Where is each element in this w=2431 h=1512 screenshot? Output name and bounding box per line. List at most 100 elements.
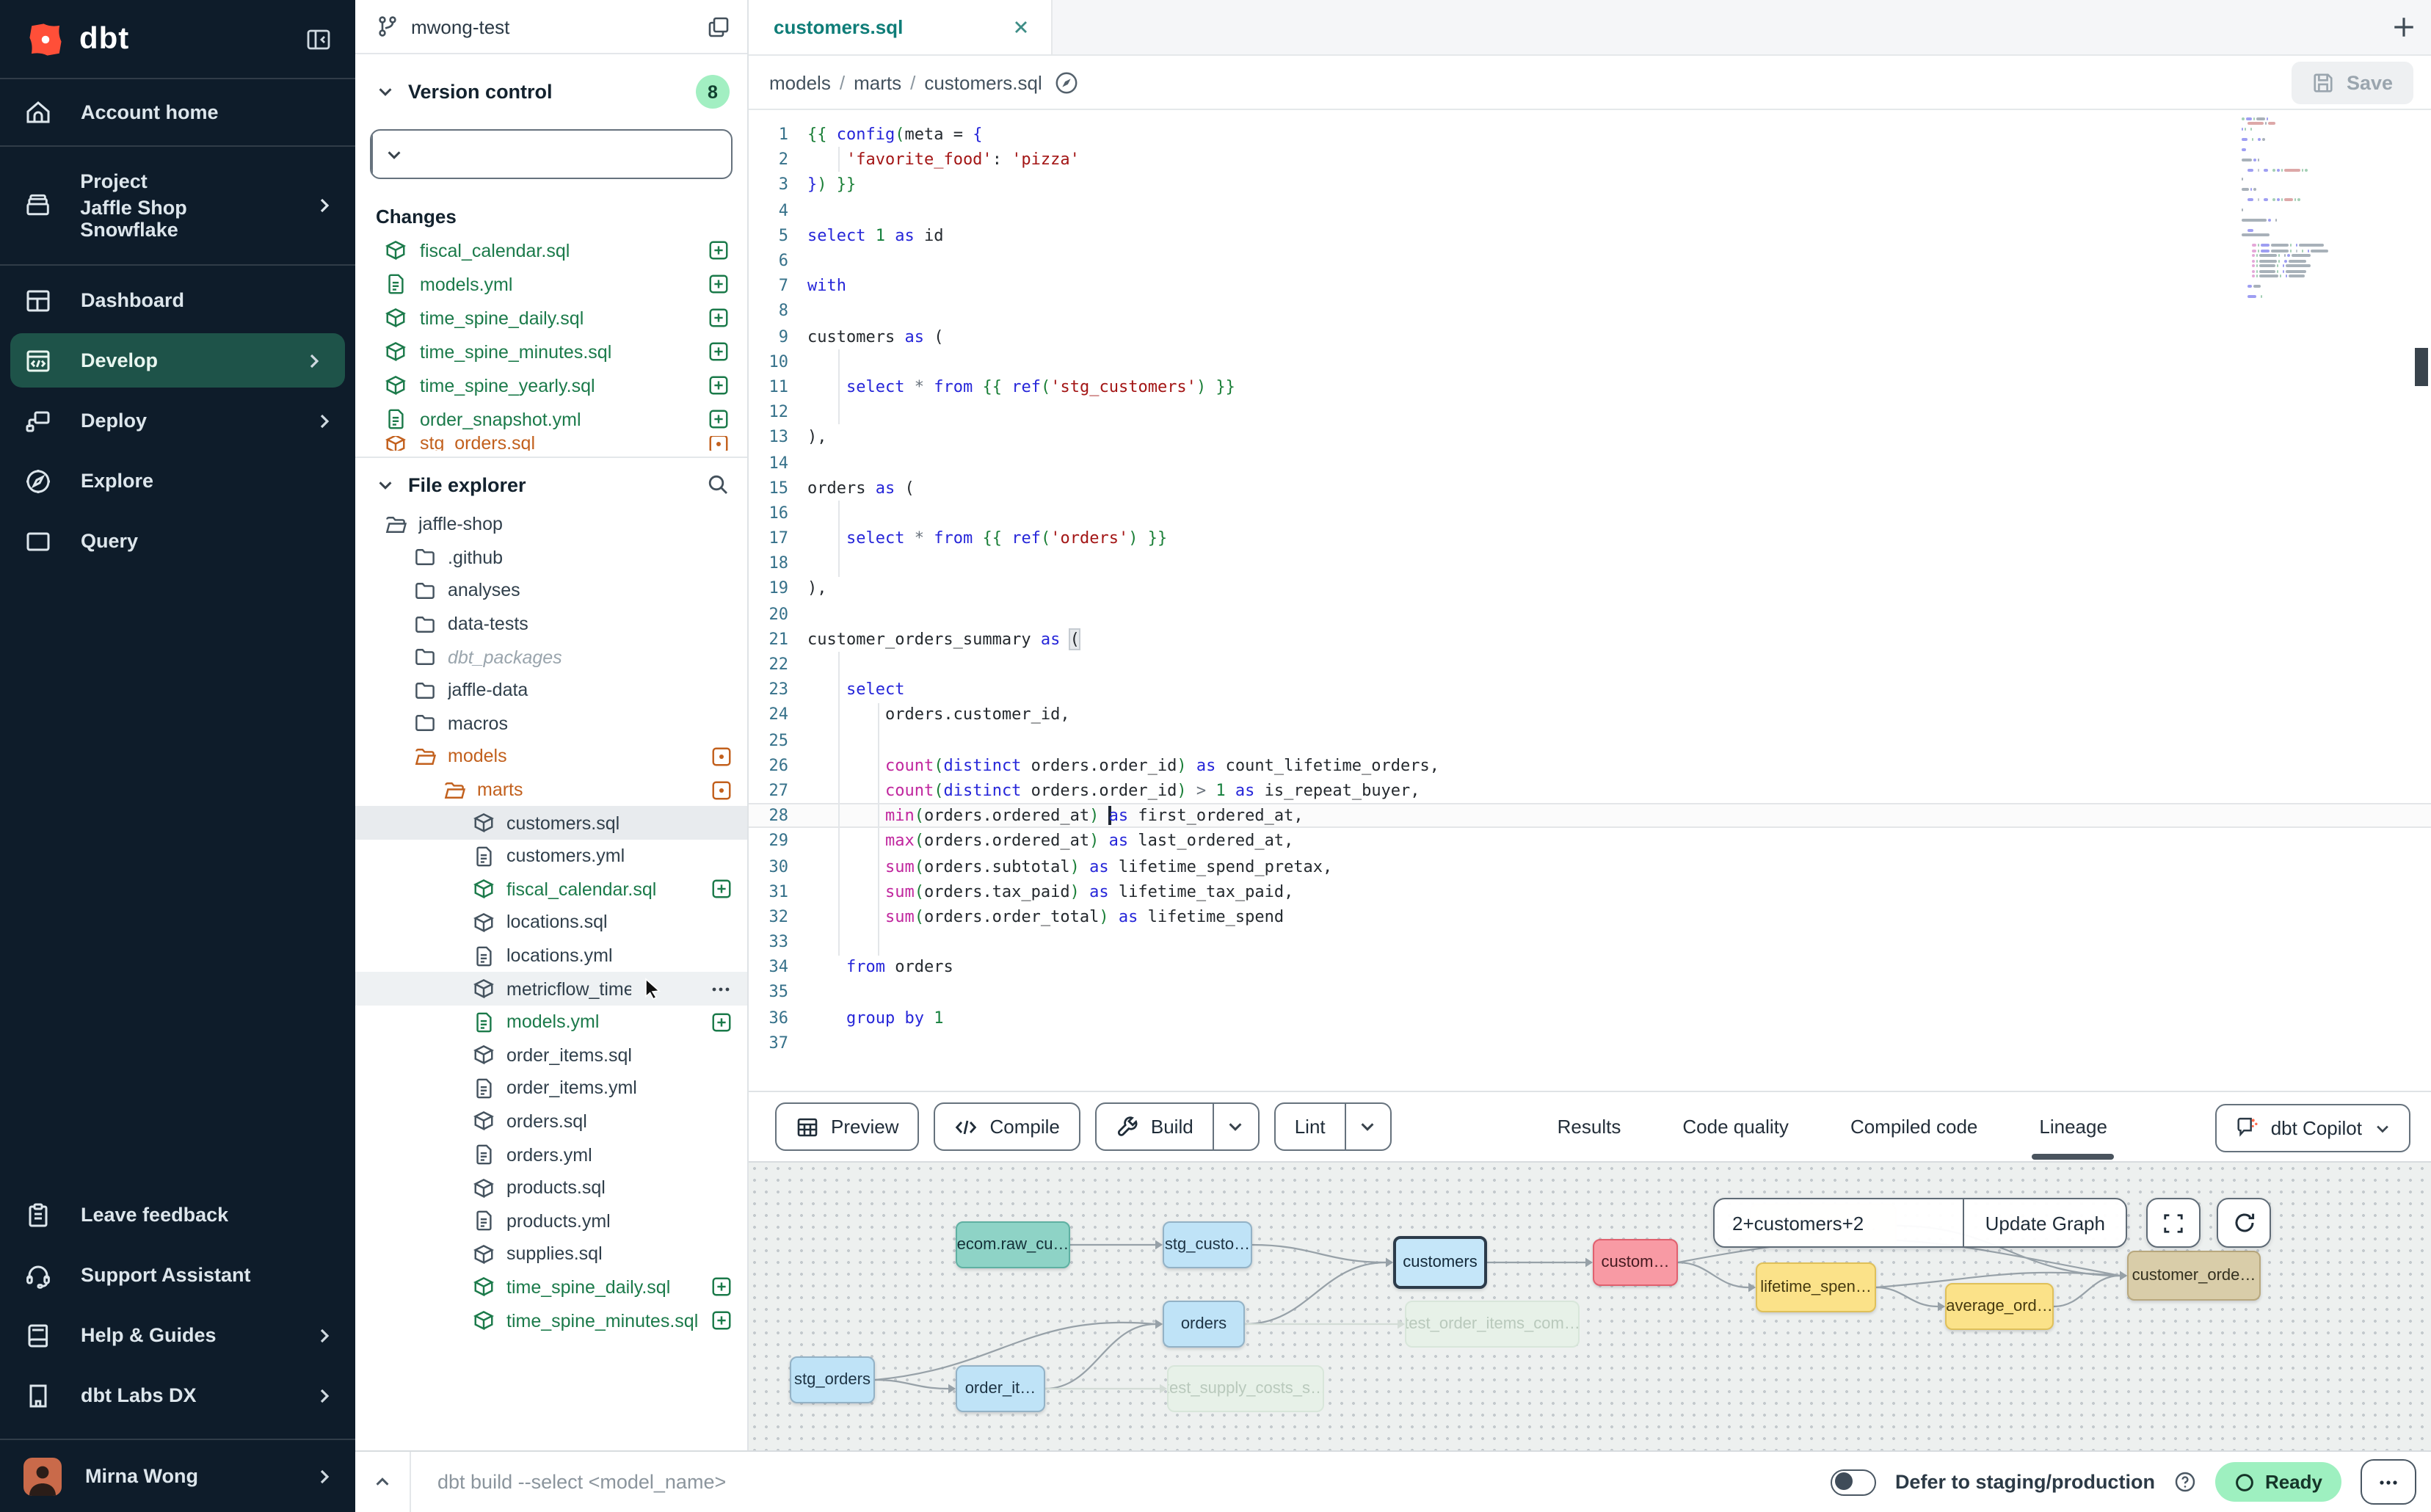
file-item--github[interactable]: .github bbox=[355, 541, 747, 574]
file-item-models-yml[interactable]: models.yml bbox=[355, 1006, 747, 1039]
lineage-node-cord[interactable]: customer_orde… bbox=[2127, 1251, 2261, 1301]
code-line-36[interactable]: 36 group by 1 bbox=[749, 1005, 2431, 1030]
lineage-node-lsp[interactable]: lifetime_spen… bbox=[1756, 1262, 1876, 1312]
file-item-time_spine_minutes-sql[interactable]: time_spine_minutes.sql bbox=[355, 1304, 747, 1337]
preview-button[interactable]: Preview bbox=[775, 1102, 920, 1151]
file-item-models[interactable]: models bbox=[355, 740, 747, 773]
defer-toggle[interactable] bbox=[1831, 1469, 1876, 1495]
code-line-21[interactable]: 21customer_orders_summary as ( bbox=[749, 627, 2431, 652]
editor-scrollbar[interactable] bbox=[2412, 110, 2431, 1091]
code-line-11[interactable]: 11 select * from {{ ref('stg_customers')… bbox=[749, 374, 2431, 399]
lineage-node-ecom[interactable]: ecom.raw_cu… bbox=[956, 1221, 1070, 1268]
tab-results[interactable]: Results bbox=[1527, 1091, 1652, 1163]
file-item-order_items-sql[interactable]: order_items.sql bbox=[355, 1039, 747, 1072]
file-item-customers-sql[interactable]: customers.sql bbox=[355, 807, 747, 840]
lineage-node-stgo[interactable]: stg_orders bbox=[790, 1356, 875, 1403]
change-item-models.yml[interactable]: models.yml bbox=[355, 267, 747, 301]
lineage-node-stgc[interactable]: stg_custo… bbox=[1163, 1221, 1252, 1268]
chevron-down-icon[interactable] bbox=[1345, 1104, 1390, 1149]
lineage-node-toi[interactable]: test_order_items_com… bbox=[1405, 1301, 1580, 1348]
code-line-32[interactable]: 32 sum(orders.order_total) as lifetime_s… bbox=[749, 904, 2431, 929]
change-item-order_snapshot.yml[interactable]: order_snapshot.yml bbox=[355, 402, 747, 436]
file-item-order_items-yml[interactable]: order_items.yml bbox=[355, 1072, 747, 1105]
lineage-node-avg[interactable]: average_ord… bbox=[1945, 1283, 2054, 1330]
lineage-node-tsc[interactable]: test_supply_costs_s… bbox=[1167, 1365, 1324, 1412]
sidebar-item-explore[interactable]: Explore bbox=[0, 454, 355, 508]
lineage-graph[interactable]: ecom.raw_cu…stg_custo…customerscustom…or… bbox=[749, 1163, 2431, 1450]
sidebar-user-menu[interactable]: Mirna Wong bbox=[0, 1439, 355, 1512]
sidebar-item-support-assistant[interactable]: Support Assistant bbox=[0, 1248, 355, 1302]
status-badge[interactable]: Ready bbox=[2215, 1462, 2341, 1502]
file-item-fiscal_calendar-sql[interactable]: fiscal_calendar.sql bbox=[355, 873, 747, 906]
tab-compiled-code[interactable]: Compiled code bbox=[1820, 1091, 2008, 1163]
stage-plus-icon[interactable] bbox=[708, 374, 730, 396]
sidebar-item-leave-feedback[interactable]: Leave feedback bbox=[0, 1188, 355, 1242]
search-icon[interactable] bbox=[706, 473, 730, 496]
modified-dot-icon[interactable] bbox=[711, 779, 733, 801]
sidebar-item-project[interactable]: Project Jaffle Shop Snowflake bbox=[0, 153, 355, 258]
copilot-compass-icon[interactable] bbox=[1054, 70, 1079, 95]
code-line-4[interactable]: 4 bbox=[749, 197, 2431, 222]
code-line-23[interactable]: 23 select bbox=[749, 677, 2431, 702]
code-line-5[interactable]: 5select 1 as id bbox=[749, 223, 2431, 248]
sidebar-item-dbt-labs-dx[interactable]: dbt Labs DX bbox=[0, 1368, 355, 1422]
sidebar-item-deploy[interactable]: Deploy bbox=[0, 393, 355, 448]
change-item-time_spine_yearly.sql[interactable]: time_spine_yearly.sql bbox=[355, 368, 747, 402]
file-item-time_spine_daily-sql[interactable]: time_spine_daily.sql bbox=[355, 1271, 747, 1304]
help-icon[interactable] bbox=[2174, 1471, 2196, 1493]
code-line-20[interactable]: 20 bbox=[749, 601, 2431, 626]
breadcrumb-marts[interactable]: marts bbox=[854, 71, 901, 93]
file-item-metricflow_time_spine-sql[interactable]: metricflow_time_spine.sql bbox=[355, 973, 747, 1006]
file-item-products-sql[interactable]: products.sql bbox=[355, 1171, 747, 1204]
lineage-selector-input[interactable]: 2+customers+2 bbox=[1715, 1199, 1963, 1246]
sidebar-item-account-home[interactable]: Account home bbox=[0, 85, 355, 139]
stage-plus-icon[interactable] bbox=[708, 239, 730, 261]
code-line-6[interactable]: 6 bbox=[749, 248, 2431, 273]
code-line-27[interactable]: 27 count(distinct orders.order_id) > 1 a… bbox=[749, 778, 2431, 803]
file-item-products-yml[interactable]: products.yml bbox=[355, 1204, 747, 1237]
breadcrumb-models[interactable]: models bbox=[769, 71, 831, 93]
save-button[interactable]: Save bbox=[2292, 61, 2413, 103]
file-item-orders-yml[interactable]: orders.yml bbox=[355, 1138, 747, 1171]
stage-plus-icon[interactable] bbox=[711, 879, 733, 901]
code-line-13[interactable]: 13), bbox=[749, 425, 2431, 450]
code-line-1[interactable]: 1{{ config(meta = { bbox=[749, 122, 2431, 147]
change-item-fiscal_calendar.sql[interactable]: fiscal_calendar.sql bbox=[355, 233, 747, 267]
code-line-17[interactable]: 17 select * from {{ ref('orders') }} bbox=[749, 526, 2431, 550]
code-line-37[interactable]: 37 bbox=[749, 1031, 2431, 1055]
build-button[interactable]: Build bbox=[1095, 1102, 1260, 1151]
code-line-16[interactable]: 16 bbox=[749, 501, 2431, 526]
code-line-34[interactable]: 34 from orders bbox=[749, 954, 2431, 979]
commit-options-chevron[interactable] bbox=[371, 131, 415, 178]
version-control-header[interactable]: Version control bbox=[408, 81, 553, 103]
code-line-3[interactable]: 3}) }} bbox=[749, 172, 2431, 197]
modified-dot-icon[interactable] bbox=[708, 436, 730, 451]
lineage-node-orders[interactable]: orders bbox=[1163, 1301, 1245, 1348]
fullscreen-button[interactable] bbox=[2146, 1198, 2201, 1248]
dbt-copilot-button[interactable]: dbt Copilot bbox=[2215, 1104, 2410, 1152]
file-item-locations-yml[interactable]: locations.yml bbox=[355, 939, 747, 972]
code-line-33[interactable]: 33 bbox=[749, 929, 2431, 954]
file-item-dbt_packages[interactable]: dbt_packages bbox=[355, 641, 747, 674]
code-line-14[interactable]: 14 bbox=[749, 450, 2431, 475]
commit-and-sync-button[interactable]: Commit and sync bbox=[370, 129, 733, 179]
file-item-locations-sql[interactable]: locations.sql bbox=[355, 906, 747, 939]
file-item-macros[interactable]: macros bbox=[355, 707, 747, 740]
code-line-24[interactable]: 24 orders.customer_id, bbox=[749, 702, 2431, 727]
editor-minimap[interactable] bbox=[2239, 117, 2344, 305]
stage-plus-icon[interactable] bbox=[708, 273, 730, 295]
branch-name[interactable]: mwong-test bbox=[411, 15, 509, 37]
code-line-8[interactable]: 8 bbox=[749, 299, 2431, 324]
code-line-9[interactable]: 9customers as ( bbox=[749, 324, 2431, 349]
code-editor[interactable]: 1{{ config(meta = {2 'favorite_food': 'p… bbox=[749, 110, 2431, 1091]
lineage-node-cust[interactable]: customers bbox=[1393, 1236, 1487, 1289]
change-item-time_spine_minutes.sql[interactable]: time_spine_minutes.sql bbox=[355, 335, 747, 368]
stage-plus-icon[interactable] bbox=[711, 1011, 733, 1033]
sidebar-item-develop[interactable]: Develop bbox=[10, 333, 345, 388]
sidebar-item-dashboard[interactable]: Dashboard bbox=[0, 273, 355, 327]
code-line-29[interactable]: 29 max(orders.ordered_at) as last_ordere… bbox=[749, 829, 2431, 854]
sidebar-item-help-guides[interactable]: Help & Guides bbox=[0, 1308, 355, 1362]
code-line-31[interactable]: 31 sum(orders.tax_paid) as lifetime_tax_… bbox=[749, 879, 2431, 904]
change-item-time_spine_daily.sql[interactable]: time_spine_daily.sql bbox=[355, 301, 747, 335]
tab-customers-sql[interactable]: customers.sql bbox=[749, 0, 1053, 54]
